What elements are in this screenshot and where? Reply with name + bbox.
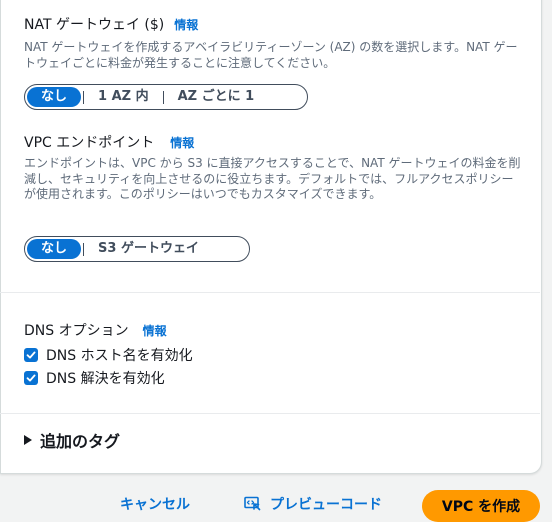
cancel-button[interactable]: キャンセル: [120, 494, 190, 514]
dns-hostnames-checkbox[interactable]: [24, 348, 38, 362]
endpoint-option-none[interactable]: なし: [27, 239, 82, 259]
nat-gateway-heading: NAT ゲートウェイ ($) 情報: [24, 14, 198, 34]
section-divider: [0, 413, 540, 414]
caret-right-icon: [24, 435, 32, 445]
vpc-endpoint-info-link[interactable]: 情報: [170, 136, 194, 150]
preview-code-button[interactable]: プレビューコード: [244, 494, 382, 514]
vpc-endpoint-heading: VPC エンドポイント 情報: [24, 132, 194, 152]
vpc-endpoint-segmented-control: なし S3 ゲートウェイ: [24, 236, 250, 262]
dns-options-info-link[interactable]: 情報: [143, 324, 167, 338]
additional-tags-expander[interactable]: 追加のタグ: [24, 428, 120, 452]
dns-resolution-checkbox[interactable]: [24, 371, 38, 385]
nat-gateway-description: NAT ゲートウェイを作成するアベイラビリティーゾーン (AZ) の数を選択しま…: [24, 40, 518, 70]
preview-code-icon: [244, 496, 261, 511]
create-vpc-button[interactable]: VPC を作成: [422, 490, 540, 522]
preview-code-label: プレビューコード: [270, 497, 382, 513]
nat-option-one-az[interactable]: 1 AZ 内: [86, 87, 161, 107]
nat-gateway-title: NAT ゲートウェイ ($): [24, 17, 165, 33]
nat-gateway-info-link[interactable]: 情報: [174, 18, 198, 32]
section-divider: [0, 292, 540, 293]
vpc-endpoint-description: エンドポイントは、VPC から S3 に直接アクセスすることで、NAT ゲートウ…: [24, 156, 521, 201]
dns-resolution-row[interactable]: DNS 解決を有効化: [24, 368, 165, 388]
nat-separator: [162, 90, 164, 104]
check-icon: [26, 351, 36, 359]
dns-hostnames-row[interactable]: DNS ホスト名を有効化: [24, 345, 193, 365]
endpoint-separator: [83, 242, 85, 256]
additional-tags-label: 追加のタグ: [40, 432, 121, 451]
nat-option-per-az[interactable]: AZ ごとに 1: [166, 87, 267, 107]
dns-hostnames-label: DNS ホスト名を有効化: [46, 348, 193, 364]
check-icon: [26, 374, 36, 382]
dns-resolution-label: DNS 解決を有効化: [46, 371, 165, 387]
endpoint-option-s3-gateway[interactable]: S3 ゲートウェイ: [86, 239, 211, 259]
nat-separator: [83, 90, 85, 104]
nat-option-none[interactable]: なし: [27, 87, 82, 107]
dns-options-title: DNS オプション: [24, 323, 129, 339]
vpc-endpoint-title: VPC エンドポイント: [24, 135, 155, 151]
dns-options-heading: DNS オプション 情報: [24, 320, 167, 340]
nat-gateway-segmented-control: なし 1 AZ 内 AZ ごとに 1: [24, 84, 308, 110]
